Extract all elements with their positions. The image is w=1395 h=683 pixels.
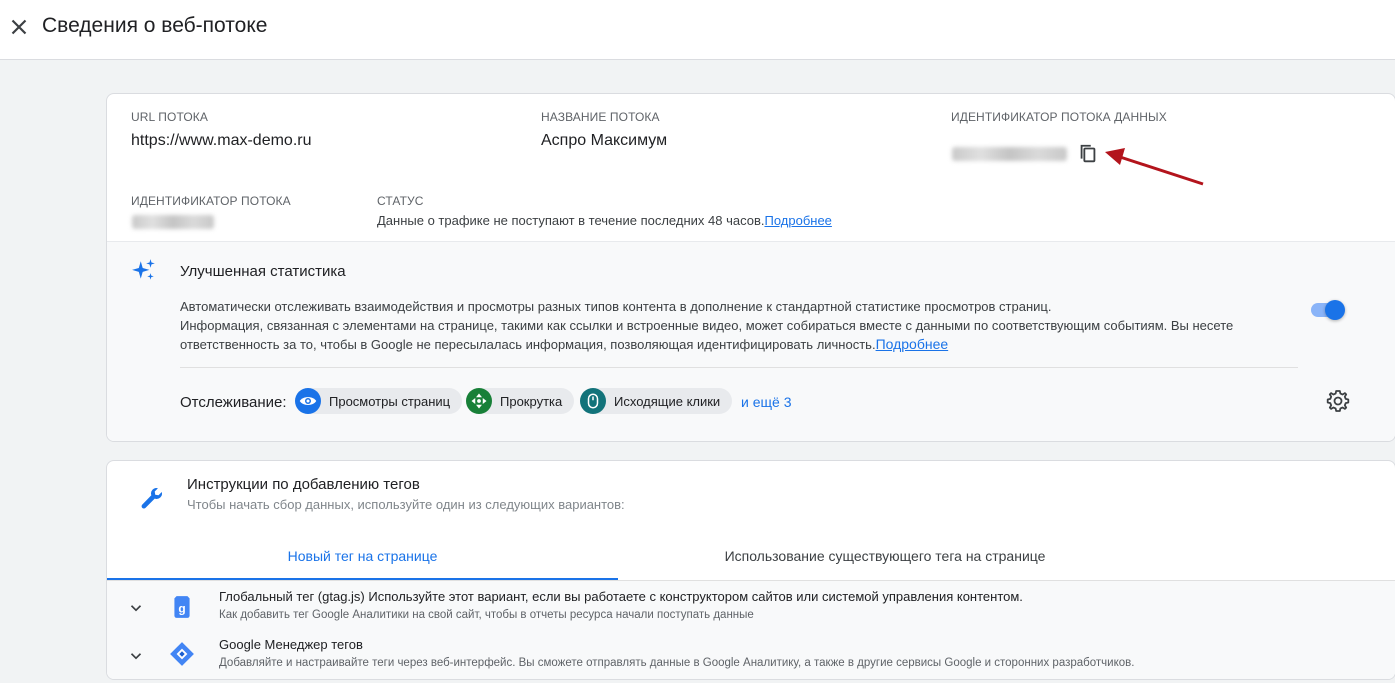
measurement-id-label: ИДЕНТИФИКАТОР ПОТОКА ДАННЫХ	[951, 110, 1167, 124]
chevron-down-icon[interactable]	[127, 647, 145, 665]
url-value: https://www.max-demo.ru	[131, 132, 312, 149]
enhanced-toggle[interactable]	[1309, 298, 1345, 322]
option-gtm-title: Google Менеджер тегов	[219, 637, 363, 652]
option-gtag-title: Глобальный тег (gtag.js) Используйте это…	[219, 589, 1023, 604]
gtag-icon: g	[174, 596, 190, 618]
tab-existing-tag[interactable]: Использование существующего тега на стра…	[618, 533, 1152, 579]
eye-icon	[295, 388, 321, 414]
instructions-subtitle: Чтобы начать сбор данных, используйте од…	[187, 497, 625, 512]
url-label: URL ПОТОКА	[131, 110, 208, 124]
measurement-id-value-redacted	[952, 147, 1067, 161]
chip-page-views[interactable]: Просмотры страниц	[295, 388, 463, 414]
close-icon[interactable]	[6, 14, 32, 40]
scroll-icon	[466, 388, 492, 414]
stream-id-label: ИДЕНТИФИКАТОР ПОТОКА	[131, 194, 291, 208]
stream-name-label: НАЗВАНИЕ ПОТОКА	[541, 110, 660, 124]
enhanced-description: Автоматически отслеживать взаимодействия…	[180, 297, 1310, 354]
gear-icon[interactable]	[1326, 389, 1350, 413]
status-text: Данные о трафике не поступают в течение …	[377, 213, 832, 228]
enhanced-title: Улучшенная статистика	[180, 263, 346, 280]
status-label: СТАТУС	[377, 194, 424, 208]
option-gtag-subtitle: Как добавить тег Google Аналитики на сво…	[219, 609, 754, 621]
enhanced-desc-line1: Автоматически отслеживать взаимодействия…	[180, 299, 1052, 314]
chevron-down-icon[interactable]	[127, 599, 145, 617]
divider	[180, 367, 1298, 368]
annotation-arrow	[1105, 148, 1204, 186]
chip-scroll[interactable]: Прокрутка	[466, 388, 575, 414]
stream-name-value: Аспро Максимум	[541, 132, 668, 149]
active-tab-indicator	[107, 578, 618, 580]
tracking-label: Отслеживание:	[180, 394, 287, 411]
stream-details-card: URL ПОТОКА https://www.max-demo.ru НАЗВА…	[106, 93, 1395, 442]
enhanced-more-link[interactable]: Подробнее	[876, 336, 949, 352]
page-title: Сведения о веб-потоке	[42, 14, 268, 37]
tag-options-list: g Глобальный тег (gtag.js) Используйте э…	[107, 581, 1395, 679]
status-more-link[interactable]: Подробнее	[764, 213, 831, 228]
option-gtm-subtitle: Добавляйте и настраивайте теги через веб…	[219, 657, 1135, 669]
chip-outbound-clicks[interactable]: Исходящие клики	[580, 388, 733, 414]
top-bar: Сведения о веб-потоке	[0, 0, 1395, 60]
tab-new-tag[interactable]: Новый тег на странице	[107, 533, 618, 579]
enhanced-desc-line2: Информация, связанная с элементами на ст…	[180, 318, 1234, 352]
more-events-link[interactable]: и ещё 3	[741, 394, 791, 410]
tagging-instructions-card: Инструкции по добавлению тегов Чтобы нач…	[106, 460, 1395, 680]
svg-text:g: g	[178, 601, 185, 615]
enhanced-measurement-section: Улучшенная статистика Автоматически отсл…	[107, 241, 1395, 441]
instructions-title: Инструкции по добавлению тегов	[187, 476, 420, 493]
sparkle-icon	[132, 259, 155, 280]
stream-id-value-redacted	[132, 215, 214, 229]
gtm-icon	[170, 642, 194, 666]
copy-icon[interactable]	[1077, 143, 1099, 165]
mouse-icon	[580, 388, 606, 414]
wrench-icon	[141, 488, 162, 509]
